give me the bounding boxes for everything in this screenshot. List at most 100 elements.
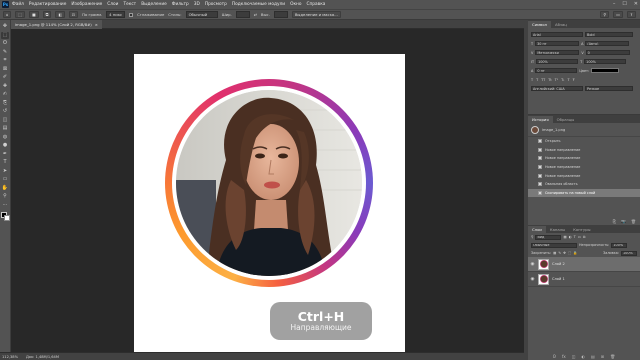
menu-view[interactable]: Просмотр <box>205 2 227 7</box>
antialias-checkbox[interactable] <box>129 12 134 17</box>
leading-input[interactable]: (Авто) <box>585 41 630 46</box>
minimize-button[interactable]: – <box>613 1 616 7</box>
font-size-input[interactable]: 30 пт <box>535 41 580 46</box>
gradient-icon[interactable]: ▤ <box>1 125 9 133</box>
document-size-readout[interactable]: Док: 1,48М/1,64М <box>26 355 59 359</box>
adjustment-layer-icon[interactable]: ◐ <box>582 354 586 359</box>
tab-paragraph[interactable]: Абзац <box>551 21 571 28</box>
baseline-input[interactable]: 0 пт <box>535 68 578 73</box>
lock-all-icon[interactable]: 🔒 <box>573 251 577 255</box>
lasso-icon[interactable]: ʘ <box>1 40 9 48</box>
path-select-icon[interactable]: ➤ <box>1 168 9 176</box>
menu-select[interactable]: Выделение <box>141 2 167 7</box>
new-selection-icon[interactable]: ■ <box>29 11 39 18</box>
close-window-button[interactable]: ✕ <box>634 1 638 7</box>
marquee-tool-preset-icon[interactable]: ⬚ <box>15 11 26 18</box>
kerning-select[interactable]: Метрически <box>535 50 580 55</box>
menu-help[interactable]: Справка <box>307 2 326 7</box>
home-icon[interactable]: ⌂ <box>3 11 12 18</box>
select-and-mask-button[interactable]: Выделение и маска... <box>291 11 341 18</box>
color-swatches[interactable] <box>0 212 10 221</box>
shape-icon[interactable]: ▭ <box>1 176 9 184</box>
blend-mode-select[interactable]: Обычные <box>531 242 577 248</box>
menu-edit[interactable]: Редактирование <box>29 2 67 7</box>
height-input[interactable] <box>273 11 288 18</box>
language-select[interactable]: Английский: США <box>531 86 583 91</box>
menu-3d[interactable]: 3D <box>194 2 200 7</box>
subtract-selection-icon[interactable]: ◧ <box>55 11 65 18</box>
superscript-icon[interactable]: T¹ <box>555 78 558 82</box>
link-layers-icon[interactable]: ʘ <box>553 354 556 359</box>
new-group-icon[interactable]: ▤ <box>591 354 595 359</box>
tab-history[interactable]: История <box>528 116 553 123</box>
history-snapshot[interactable]: image_1.png <box>528 123 640 137</box>
add-mask-icon[interactable]: ◫ <box>572 354 576 359</box>
tab-channels[interactable]: Каналы <box>546 226 569 233</box>
maximize-button[interactable]: ☐ <box>622 1 626 7</box>
layer-kind-select[interactable]: Вид <box>535 234 562 240</box>
history-item[interactable]: Новое направление <box>528 163 640 172</box>
tab-swatches[interactable]: Образцы <box>553 116 579 123</box>
tab-layers[interactable]: Слои <box>528 226 546 233</box>
type-icon[interactable]: T <box>1 159 9 167</box>
stamp-icon[interactable]: ⎘ <box>1 100 9 108</box>
canvas-area[interactable]: Ctrl+H Направляющие <box>11 29 524 352</box>
new-snapshot-icon[interactable]: 📷 <box>621 219 626 224</box>
zoom-icon[interactable]: ⚲ <box>1 193 9 201</box>
menu-plugins[interactable]: Подключаемые модули <box>232 2 285 7</box>
history-item[interactable]: Скопировать на новый слой <box>528 188 640 198</box>
tab-paths[interactable]: Контуры <box>569 226 594 233</box>
zoom-readout[interactable]: 112,38% <box>2 355 18 359</box>
filter-smart-icon[interactable]: ⧉ <box>583 235 585 239</box>
close-tab-icon[interactable]: × <box>95 22 98 27</box>
vertical-scale-input[interactable]: 100% <box>536 59 579 64</box>
horizontal-scale-input[interactable]: 100% <box>584 59 627 64</box>
font-family-select[interactable]: Arial <box>531 32 583 37</box>
strikethrough-icon[interactable]: Ŧ <box>573 78 575 82</box>
move-icon[interactable]: ✥ <box>1 23 9 31</box>
style-select[interactable]: Обычный <box>185 11 218 18</box>
new-document-from-state-icon[interactable]: ⎘ <box>613 219 616 224</box>
healing-icon[interactable]: ✚ <box>1 83 9 91</box>
underline-icon[interactable]: T <box>568 78 570 82</box>
more-icon[interactable]: ⋯ <box>1 202 9 210</box>
menu-window[interactable]: Окно <box>290 2 301 7</box>
tracking-input[interactable]: 0 <box>585 50 630 55</box>
history-item[interactable]: Овальная область <box>528 180 640 189</box>
filter-pixel-icon[interactable]: ▦ <box>563 235 566 239</box>
feather-input[interactable]: 4 пикс <box>106 11 126 18</box>
lock-pixels-icon[interactable]: ▦ <box>553 251 556 255</box>
subscript-icon[interactable]: T₁ <box>561 78 564 82</box>
filter-shape-icon[interactable]: ▭ <box>578 235 581 239</box>
filter-type-icon[interactable]: T <box>574 235 576 239</box>
menu-file[interactable]: Файл <box>12 2 24 7</box>
menu-filter[interactable]: Фильтр <box>172 2 189 7</box>
layer-style-icon[interactable]: fx <box>562 354 566 359</box>
layer-row[interactable]: ◉ Слой 2 <box>528 257 640 272</box>
search-icon[interactable]: ⚲ <box>600 11 610 18</box>
history-item[interactable]: Новое направление <box>528 146 640 155</box>
frame-icon[interactable]: ⊠ <box>1 66 9 74</box>
menu-type[interactable]: Текст <box>123 2 136 7</box>
menu-image[interactable]: Изображение <box>71 2 102 7</box>
text-color-swatch[interactable] <box>591 68 620 73</box>
pen-icon[interactable]: ✒ <box>1 151 9 159</box>
delete-layer-icon[interactable]: 🗑 <box>610 354 615 359</box>
blur-icon[interactable]: ◍ <box>1 134 9 142</box>
document-tab[interactable]: image_1.png @ 114% (Слой 2, RGB/8#) × <box>11 20 102 29</box>
background-color-swatch[interactable] <box>3 215 10 221</box>
history-item[interactable]: Открыть <box>528 137 640 146</box>
tab-character[interactable]: Символ <box>528 21 551 28</box>
share-icon[interactable]: ⇪ <box>626 11 636 18</box>
layer-name[interactable]: Слой 1 <box>552 277 565 281</box>
crop-icon[interactable]: ⌗ <box>1 57 9 65</box>
lock-paint-icon[interactable]: ✎ <box>558 251 561 255</box>
layer-row[interactable]: ◉ Слой 1 <box>528 272 640 287</box>
lock-artboard-icon[interactable]: ⬚ <box>568 251 571 255</box>
all-caps-icon[interactable]: TT <box>541 78 545 82</box>
hand-icon[interactable]: ✋ <box>1 185 9 193</box>
add-selection-icon[interactable]: ⧉ <box>42 11 52 18</box>
dodge-icon[interactable]: ● <box>1 142 9 150</box>
filter-adjust-icon[interactable]: ◐ <box>569 235 572 239</box>
brush-icon[interactable]: ✍ <box>1 91 9 99</box>
